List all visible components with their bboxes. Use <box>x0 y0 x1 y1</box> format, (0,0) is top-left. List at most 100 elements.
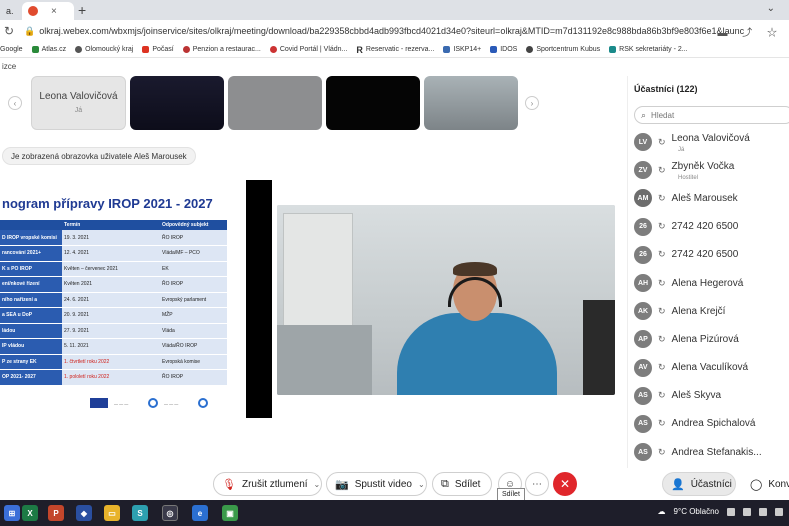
bookmark-reservatic[interactable]: R Reservatic - rezerva... <box>356 45 434 55</box>
sync-icon: ↻ <box>658 136 666 147</box>
video-monitor <box>583 300 615 395</box>
participant-video-tile[interactable] <box>228 76 322 130</box>
participant-row[interactable]: AS ↻ Andrea Stefanakis... <box>634 438 789 466</box>
bookmark-atlas[interactable]: Atlas.cz <box>31 46 66 53</box>
participant-row[interactable]: AP ↻ Alena Pizúrová <box>634 325 789 353</box>
reload-icon[interactable]: ↻ <box>4 24 14 38</box>
leave-meeting-button[interactable]: ✕ <box>553 472 577 496</box>
participant-row[interactable]: AS ↻ Aleš Skyva <box>634 382 789 410</box>
table-row: IP vládou 5. 11. 2021 Vláda/ŘO IROP <box>0 338 227 355</box>
filmstrip-prev-icon[interactable]: ‹ <box>8 96 22 110</box>
bookmark-penzion[interactable]: Penzion a restaurac... <box>182 46 261 53</box>
filmstrip-next-icon[interactable]: › <box>525 96 539 110</box>
unmute-button[interactable]: 🎙 Zrušit ztlumení ⌄ <box>213 472 322 496</box>
table-cell: ení/nkové řízení <box>0 276 62 293</box>
table-cell: 1. pololetí roku 2022 <box>62 369 160 386</box>
table-cell: 12. 4. 2021 <box>62 245 160 262</box>
start-video-button[interactable]: 📷 Spustit video ⌄ <box>326 472 427 496</box>
covid-icon <box>269 46 277 53</box>
self-video-tile[interactable]: Leona Valovičová Já <box>31 76 126 130</box>
table-cell: rancování 2021+ <box>0 245 62 262</box>
participant-row[interactable]: 26 ↻ 2742 420 6500 <box>634 213 789 241</box>
participant-name: Aleš Marousek <box>671 192 738 204</box>
participant-row[interactable]: AK ↻ Alena Krejčí <box>634 297 789 325</box>
bookmark-iskp[interactable]: ISKP14+ <box>443 46 481 53</box>
outlook-icon[interactable]: ◆ <box>76 505 92 521</box>
bookmark-rsk[interactable]: RSK sekretariáty - 2... <box>609 46 688 53</box>
participant-video-tile[interactable] <box>130 76 224 130</box>
chevron-down-icon[interactable]: ⌄ <box>418 480 425 489</box>
bookmark-olomoucky-kraj[interactable]: Olomoucký kraj <box>75 46 133 53</box>
table-cell: Evropský parlament <box>160 292 227 308</box>
bookmark-label: RSK sekretariáty - 2... <box>619 46 688 53</box>
chevron-down-icon[interactable]: ⌄ <box>314 480 321 489</box>
participant-row[interactable]: AH ↻ Alena Hegerová <box>634 269 789 297</box>
participant-row[interactable]: AS ↻ Andrea Spichalová <box>634 410 789 438</box>
chat-icon: ◯ <box>750 478 763 491</box>
participant-row[interactable]: AV ↻ Alena Vaculíková <box>634 354 789 382</box>
sync-icon: ↻ <box>658 221 666 232</box>
table-header-row: Termín Odpovědný subjekt <box>0 220 227 230</box>
participant-search[interactable]: ⌕ <box>634 106 789 124</box>
sync-icon: ↻ <box>658 418 666 429</box>
share-button[interactable]: ⧉ Sdílet <box>432 472 492 496</box>
new-tab-icon[interactable]: + <box>78 2 86 18</box>
chrome-icon[interactable]: ◎ <box>162 505 178 521</box>
excel-icon[interactable]: X <box>22 505 38 521</box>
tray-icon[interactable] <box>775 507 783 516</box>
meeting-controls: 🎙 Zrušit ztlumení ⌄ 📷 Spustit video ⌄ ⧉ … <box>0 470 789 500</box>
participants-button[interactable]: 👤 Účastníci <box>662 472 736 496</box>
screen-share-notice: Je zobrazená obrazovka uživatele Aleš Ma… <box>2 147 196 165</box>
participant-video-tile[interactable] <box>424 76 518 130</box>
table-cell: P ze strany EK <box>0 354 62 370</box>
tray-icon[interactable] <box>743 507 751 516</box>
bookmark-google[interactable]: Google <box>0 46 23 53</box>
video-speaker-body <box>397 313 557 395</box>
bookmark-label: Reservatic - rezerva... <box>365 46 435 53</box>
participant-name: Alena Hegerová <box>671 277 744 289</box>
weather-text[interactable]: 9°C Oblačno <box>674 507 719 516</box>
file-explorer-icon[interactable]: ▭ <box>104 505 120 521</box>
search-input[interactable] <box>651 110 772 120</box>
tab-search-icon[interactable]: ⌄ <box>767 3 775 14</box>
bookmark-covid-portal[interactable]: Covid Portál | Vládn... <box>269 46 347 53</box>
browser-tab-active[interactable]: × <box>22 2 74 20</box>
active-speaker-video[interactable] <box>277 205 615 395</box>
table-cell: Vláda <box>160 323 227 339</box>
bookmark-pocasi[interactable]: Počasí <box>142 46 174 53</box>
lock-icon[interactable]: 🔒 <box>24 26 35 36</box>
powerpoint-icon[interactable]: P <box>48 505 64 521</box>
participant-video-tile[interactable] <box>326 76 420 130</box>
url-field[interactable]: 🔒 olkraj.webex.com/wbxmjs/joinservice/sit… <box>24 26 744 37</box>
tray-icon[interactable] <box>759 507 767 516</box>
close-tab-icon[interactable]: × <box>51 6 57 17</box>
participant-row[interactable]: LV ↻ Leona Valovičová Já <box>634 128 789 156</box>
webex-meeting: izce ‹ Leona Valovičová Já › Je zobrazen… <box>0 58 789 500</box>
table-row: ení/nkové řízení Květen 2021 ŘO IROP <box>0 276 227 293</box>
participant-row[interactable]: 26 ↻ 2742 420 6500 <box>634 241 789 269</box>
tray-icon[interactable] <box>727 507 735 516</box>
search-icon: ⌕ <box>641 109 647 120</box>
chat-button[interactable]: ◯ Konve <box>742 472 789 496</box>
globe-icon <box>75 46 83 53</box>
skype-icon[interactable]: S <box>132 505 148 521</box>
start-icon[interactable]: ⊞ <box>4 505 20 521</box>
idos-icon <box>490 46 498 53</box>
table-cell: K s PO IROP <box>0 261 62 277</box>
edge-icon[interactable]: e <box>192 505 208 521</box>
table-cell: a SEA u DoP <box>0 307 62 324</box>
participant-row[interactable]: ZV ↻ Zbyněk Vočka Hostitel <box>634 156 789 184</box>
app-icon[interactable]: ▣ <box>222 505 238 521</box>
rsk-icon <box>609 46 617 53</box>
more-options-button[interactable]: ⋯ <box>525 472 549 496</box>
participant-row[interactable]: AM ↻ Aleš Marousek <box>634 184 789 212</box>
bookmark-sportcentrum[interactable]: Sportcentrum Kubus <box>526 46 600 53</box>
logo-placeholder: — — — <box>164 400 179 406</box>
sync-icon: ↻ <box>658 362 666 373</box>
table-cell: OP 2021- 2027 <box>0 369 62 386</box>
avatar: AS <box>634 386 652 405</box>
bookmark-label: IDOS <box>500 46 518 53</box>
bookmark-idos[interactable]: IDOS <box>490 46 517 53</box>
address-bar-actions[interactable]: ▬ ⤴ ☆ <box>717 24 783 39</box>
people-icon: 👤 <box>671 478 685 491</box>
